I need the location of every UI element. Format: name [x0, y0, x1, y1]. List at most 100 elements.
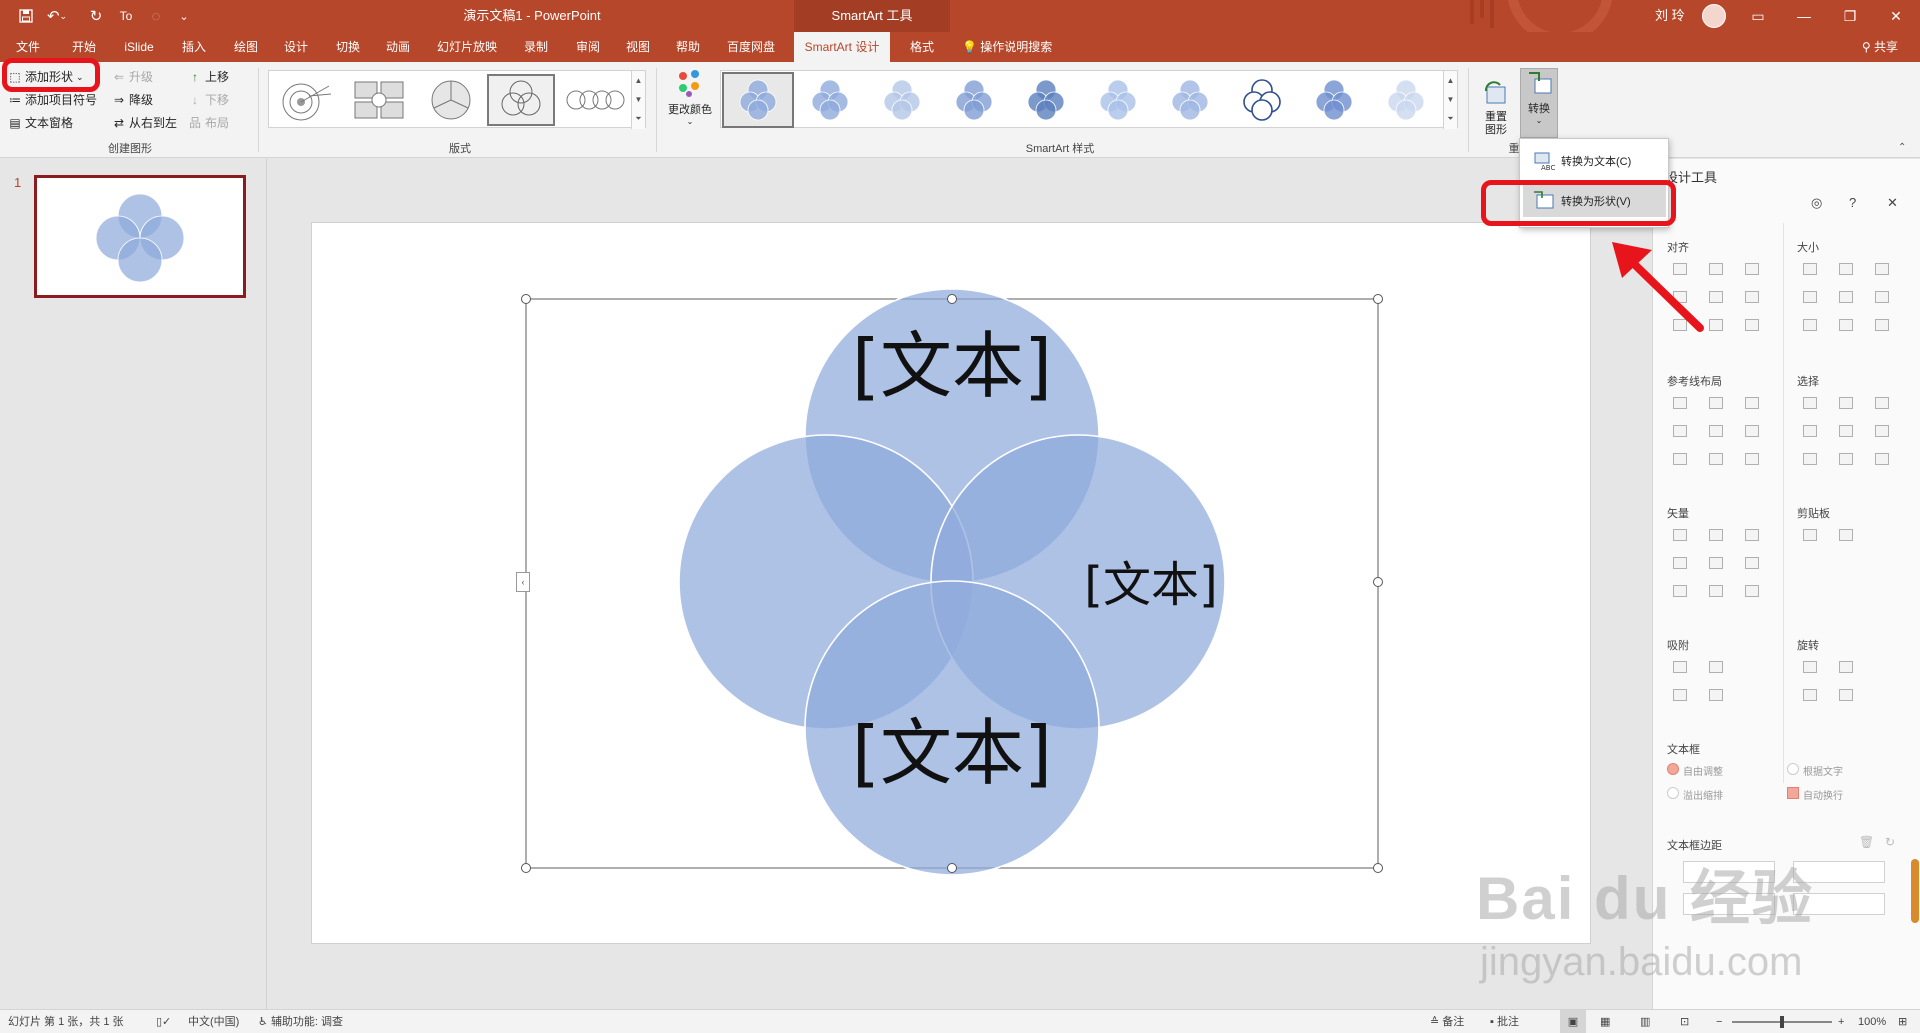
- clipboard-tool-icon[interactable]: [1839, 529, 1853, 541]
- slide-canvas[interactable]: [文本] [文本] [文本] ‹: [311, 222, 1591, 944]
- tab-review[interactable]: 审阅: [568, 32, 608, 62]
- tab-design[interactable]: 设计: [276, 32, 316, 62]
- reading-view-icon[interactable]: ▥: [1640, 1010, 1650, 1033]
- resize-handle-se[interactable]: [1373, 863, 1383, 873]
- vector-tool-icon[interactable]: [1745, 557, 1759, 569]
- avatar[interactable]: [1702, 4, 1726, 28]
- vector-tool-icon[interactable]: [1673, 585, 1687, 597]
- spellcheck-icon[interactable]: ▯✓: [156, 1010, 171, 1033]
- normal-view-icon[interactable]: ▣: [1560, 1010, 1586, 1033]
- slide-thumbnail[interactable]: [34, 175, 246, 298]
- select-tool-icon[interactable]: [1875, 453, 1889, 465]
- convert-to-text-item[interactable]: ABC 转换为文本(C): [1523, 145, 1666, 177]
- refresh-icon[interactable]: ↻: [1885, 835, 1895, 849]
- tab-record[interactable]: 录制: [516, 32, 556, 62]
- align-tool-icon[interactable]: [1745, 291, 1759, 303]
- resize-handle-s[interactable]: [947, 863, 957, 873]
- zoom-slider-thumb[interactable]: [1780, 1016, 1784, 1028]
- pin-icon[interactable]: ◎: [1811, 195, 1822, 211]
- collapse-ribbon-icon[interactable]: ⌃: [1898, 142, 1906, 153]
- ribbon-display-icon[interactable]: ▭: [1735, 0, 1781, 32]
- guide-tool-icon[interactable]: [1673, 425, 1687, 437]
- size-tool-icon[interactable]: [1875, 319, 1889, 331]
- minimize-icon[interactable]: —: [1781, 0, 1827, 32]
- tab-baidu-netdisk[interactable]: 百度网盘: [720, 32, 782, 62]
- close-icon[interactable]: ✕: [1873, 0, 1919, 32]
- comments-button[interactable]: ▪ 批注: [1490, 1010, 1519, 1033]
- select-tool-icon[interactable]: [1875, 425, 1889, 437]
- align-tool-icon[interactable]: [1709, 319, 1723, 331]
- align-tool-icon[interactable]: [1745, 319, 1759, 331]
- zoom-in-icon[interactable]: +: [1838, 1010, 1844, 1033]
- tab-animations[interactable]: 动画: [378, 32, 418, 62]
- expand-gallery-icon[interactable]: ⏷: [1444, 109, 1457, 128]
- rotate-tool-icon[interactable]: [1839, 689, 1853, 701]
- autofit-radio[interactable]: [1667, 763, 1679, 775]
- margin-right-input[interactable]: [1793, 861, 1885, 883]
- select-tool-icon[interactable]: [1803, 397, 1817, 409]
- size-tool-icon[interactable]: [1803, 319, 1817, 331]
- language-indicator[interactable]: 中文(中国): [188, 1010, 239, 1033]
- pane-scrollbar[interactable]: [1911, 859, 1919, 923]
- layout-target[interactable]: [273, 74, 341, 126]
- tab-help[interactable]: 帮助: [668, 32, 708, 62]
- size-tool-icon[interactable]: [1875, 291, 1889, 303]
- slideshow-icon[interactable]: ⊡: [1680, 1010, 1689, 1033]
- size-tool-icon[interactable]: [1839, 263, 1853, 275]
- tab-draw[interactable]: 绘图: [226, 32, 266, 62]
- accessibility-status[interactable]: ♿ 辅助功能: 调查: [258, 1010, 343, 1033]
- tab-transitions[interactable]: 切换: [328, 32, 368, 62]
- rotate-tool-icon[interactable]: [1803, 689, 1817, 701]
- fit-slide-icon[interactable]: ⊞: [1898, 1010, 1907, 1033]
- align-tool-icon[interactable]: [1709, 263, 1723, 275]
- maximize-icon[interactable]: ❐: [1827, 0, 1873, 32]
- select-tool-icon[interactable]: [1803, 425, 1817, 437]
- snap-tool-icon[interactable]: [1673, 689, 1687, 701]
- move-up-button[interactable]: ↑ 上移: [188, 67, 229, 87]
- resize-handle-n[interactable]: [947, 294, 957, 304]
- venn-text-top[interactable]: [文本]: [852, 324, 1052, 408]
- fit-text-radio[interactable]: [1787, 763, 1799, 775]
- scroll-down-icon[interactable]: ▼: [1444, 90, 1457, 109]
- text-pane-toggle[interactable]: ‹: [516, 572, 530, 592]
- text-pane-button[interactable]: ▤ 文本窗格: [8, 113, 73, 133]
- vector-tool-icon[interactable]: [1673, 557, 1687, 569]
- demote-button[interactable]: ⇒ 降级: [112, 90, 153, 110]
- guide-tool-icon[interactable]: [1745, 397, 1759, 409]
- help-icon[interactable]: ?: [1849, 195, 1856, 210]
- size-tool-icon[interactable]: [1839, 319, 1853, 331]
- close-pane-icon[interactable]: ✕: [1887, 195, 1898, 211]
- guide-tool-icon[interactable]: [1745, 453, 1759, 465]
- user-name[interactable]: 刘 玲: [1655, 0, 1685, 32]
- vector-tool-icon[interactable]: [1745, 585, 1759, 597]
- layout-button[interactable]: 品 布局: [188, 113, 229, 133]
- tab-view[interactable]: 视图: [618, 32, 658, 62]
- guide-tool-icon[interactable]: [1673, 453, 1687, 465]
- resize-handle-ne[interactable]: [1373, 294, 1383, 304]
- clipboard-tool-icon[interactable]: [1803, 529, 1817, 541]
- styles-gallery-scroll[interactable]: ▲ ▼ ⏷: [1443, 71, 1457, 129]
- layout-pie[interactable]: [417, 74, 485, 126]
- margin-top-input[interactable]: [1683, 893, 1775, 915]
- move-down-button[interactable]: ↓ 下移: [188, 90, 229, 110]
- resize-handle-sw[interactable]: [521, 863, 531, 873]
- resize-handle-nw[interactable]: [521, 294, 531, 304]
- smartart-graphic[interactable]: [文本] [文本] [文本]: [312, 223, 1592, 945]
- resize-handle-e[interactable]: [1373, 577, 1383, 587]
- slide-sorter-icon[interactable]: ▦: [1600, 1010, 1610, 1033]
- vector-tool-icon[interactable]: [1709, 557, 1723, 569]
- select-tool-icon[interactable]: [1803, 453, 1817, 465]
- layouts-gallery-scroll[interactable]: ▲ ▼ ⏷: [631, 71, 645, 129]
- tab-format[interactable]: 格式: [902, 32, 942, 62]
- vector-tool-icon[interactable]: [1709, 529, 1723, 541]
- guide-tool-icon[interactable]: [1745, 425, 1759, 437]
- size-tool-icon[interactable]: [1803, 291, 1817, 303]
- layout-venn-selected[interactable]: [487, 74, 555, 126]
- vector-tool-icon[interactable]: [1709, 585, 1723, 597]
- snap-tool-icon[interactable]: [1673, 661, 1687, 673]
- venn-text-bottom[interactable]: [文本]: [852, 711, 1052, 795]
- tab-smartart-design[interactable]: SmartArt 设计: [794, 32, 890, 62]
- scroll-up-icon[interactable]: ▲: [632, 71, 645, 90]
- guide-tool-icon[interactable]: [1673, 397, 1687, 409]
- size-tool-icon[interactable]: [1875, 263, 1889, 275]
